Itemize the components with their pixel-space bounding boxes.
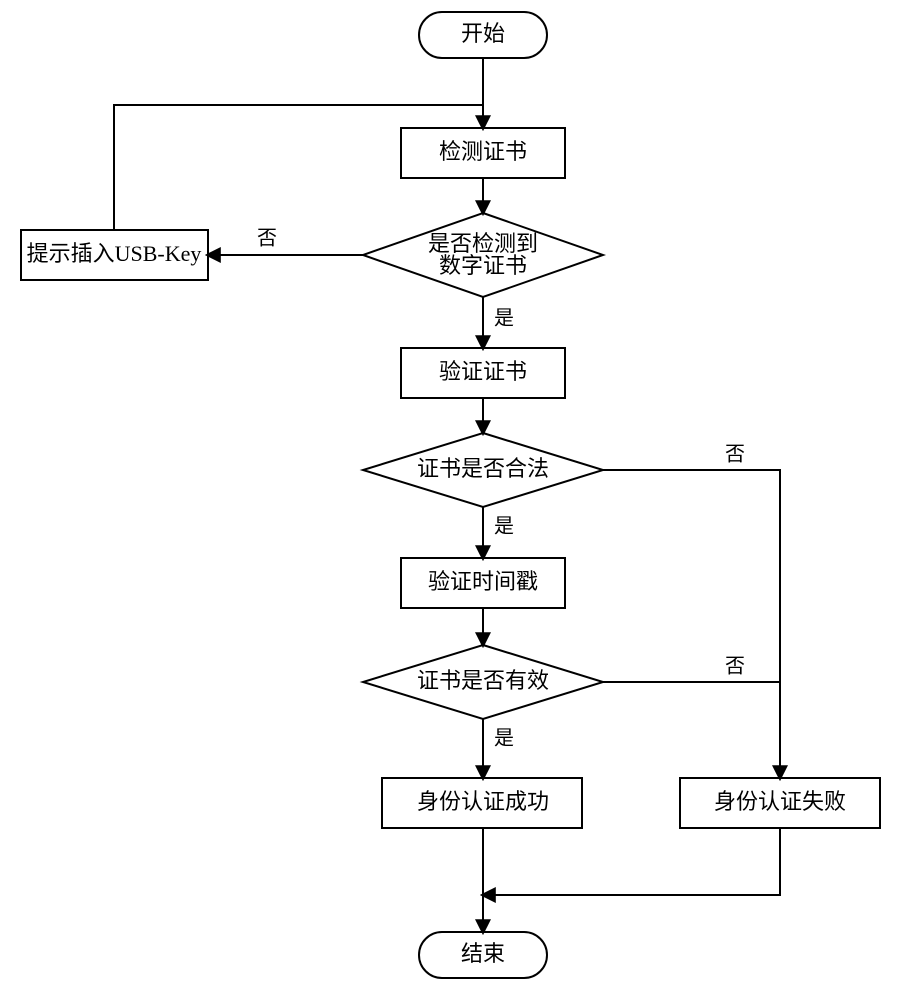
auth-fail-label: 身份认证失败 xyxy=(714,789,846,814)
label-yes-2: 是 xyxy=(494,516,514,538)
detect-cert-label: 检测证书 xyxy=(439,139,527,164)
cert-legal-label: 证书是否合法 xyxy=(417,456,549,481)
label-no-2: 否 xyxy=(725,444,745,466)
label-no-1: 否 xyxy=(257,228,277,250)
verify-cert-label: 验证证书 xyxy=(439,359,527,384)
auth-success-label: 身份认证成功 xyxy=(417,789,549,814)
cert-valid-label: 证书是否有效 xyxy=(417,668,549,693)
flowchart-diagram: 开始 结束 检测证书 提示插入USB-Key 验证证书 验证时间戳 身份认证成功… xyxy=(0,0,921,1000)
verify-timestamp-label: 验证时间戳 xyxy=(428,569,538,594)
start-label: 开始 xyxy=(461,21,505,46)
arrow-legal-no-fail xyxy=(603,470,780,778)
label-yes-1: 是 xyxy=(494,308,514,330)
prompt-usb-label: 提示插入USB-Key xyxy=(27,241,202,266)
arrow-fail-merge xyxy=(483,828,780,895)
label-no-3: 否 xyxy=(725,656,745,678)
end-label: 结束 xyxy=(461,941,505,966)
detected-l2-label: 数字证书 xyxy=(439,253,527,278)
label-yes-3: 是 xyxy=(494,728,514,750)
